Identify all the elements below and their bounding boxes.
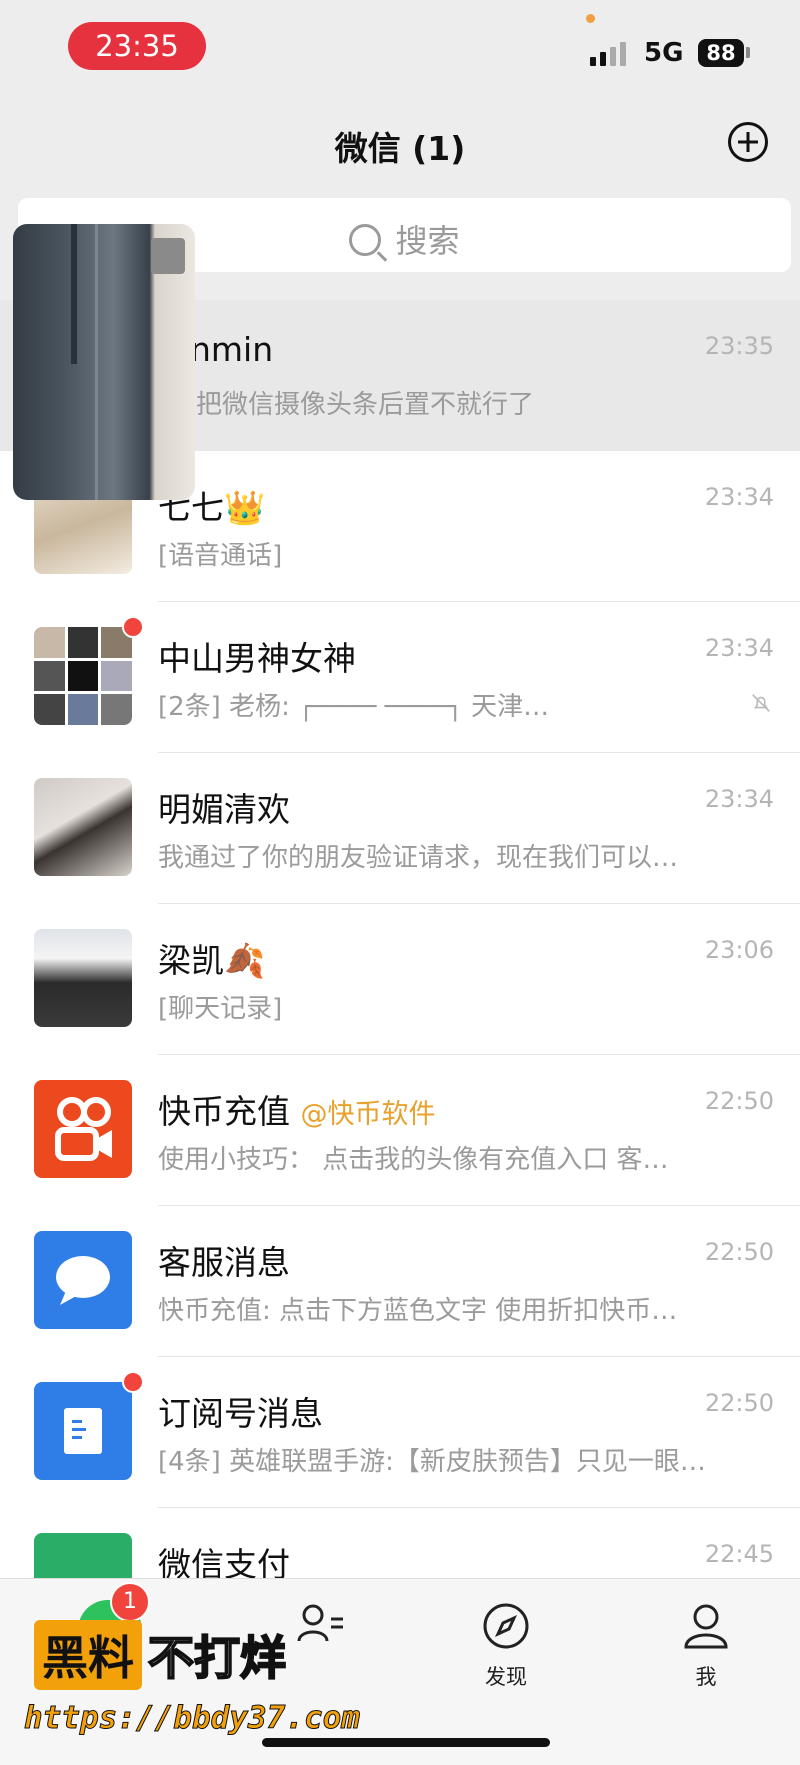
watermark-url: https://bbdy37.com [24, 1700, 361, 1737]
privacy-indicator-dot [586, 14, 595, 23]
video-thumbnail [151, 238, 185, 274]
chat-preview: 我通过了你的朋友验证请求，现在我们可以… [158, 843, 679, 873]
chat-name: 客服消息 [158, 1243, 290, 1282]
signal-icon [590, 42, 634, 66]
chat-preview: 把微信摄像头条后置不就行了 [196, 390, 535, 420]
tab-label: 发现 [485, 1665, 527, 1689]
home-indicator [262, 1738, 550, 1747]
avatar [34, 929, 132, 1027]
watermark-text: 不打烊 [147, 1630, 287, 1686]
unread-badge: 1 [110, 1582, 150, 1622]
tab-label: 我 [695, 1665, 717, 1689]
network-type: 5G [644, 38, 684, 68]
chat-time: 23:34 [704, 483, 774, 511]
mention-tag: @快币软件 [300, 1099, 436, 1130]
chat-time: 23:35 [704, 332, 774, 360]
chat-name: 订阅号消息 [158, 1394, 323, 1433]
status-bar: 23:35 5G 88 [0, 0, 800, 90]
jeans-seam [95, 224, 98, 500]
chat-name: 微信支付 [158, 1545, 290, 1578]
group-avatar [34, 627, 132, 725]
chat-time: 23:06 [704, 936, 774, 964]
floating-video-window[interactable] [13, 224, 195, 500]
chat-row[interactable]: 梁凯🍂 [聊天记录] 23:06 [0, 904, 800, 1055]
chat-row[interactable]: 客服消息 快币充值: 点击下方蓝色文字 使用折扣快币… 22:50 [0, 1206, 800, 1357]
battery-icon [746, 47, 750, 58]
unread-dot [122, 616, 144, 638]
chat-preview: [语音通话] [158, 541, 283, 571]
chat-preview: [聊天记录] [158, 994, 283, 1024]
chat-time: 22:50 [704, 1238, 774, 1266]
chat-row[interactable]: 快币充值 @快币软件 使用小技巧： 点击我的头像有充值入口 客… 22:50 [0, 1055, 800, 1206]
chat-row[interactable]: 微信支付 22:45 [0, 1508, 800, 1578]
compass-icon [483, 1603, 529, 1649]
wechat-pay-icon [34, 1533, 132, 1578]
subscription-icon [34, 1382, 132, 1480]
service-message-icon [34, 1231, 132, 1329]
chat-time: 22:50 [704, 1389, 774, 1417]
kuaibi-logo-icon [34, 1080, 132, 1178]
add-plus-icon[interactable] [728, 122, 768, 162]
chat-preview: 使用小技巧： 点击我的头像有充值入口 客… [158, 1145, 669, 1175]
chat-time: 22:50 [704, 1087, 774, 1115]
chat-name: nmin [190, 330, 274, 369]
chat-name-text: 快币充值 [158, 1092, 290, 1131]
chat-row[interactable]: 订阅号消息 [4条] 英雄联盟手游:【新皮肤预告】只见一眼… 22:50 [0, 1357, 800, 1508]
chat-name: 明媚清欢 [158, 790, 290, 829]
chat-name: 梁凯🍂 [158, 941, 266, 980]
tab-discover[interactable]: 发现 [446, 1601, 566, 1691]
mute-bell-icon [752, 694, 770, 712]
watermark: 黑料 不打烊 [34, 1620, 287, 1690]
person-icon [684, 1604, 728, 1649]
battery-level: 88 [698, 39, 744, 67]
chat-name: 快币充值 @快币软件 [158, 1085, 436, 1133]
search-icon [349, 224, 382, 256]
chat-row[interactable]: 明媚清欢 我通过了你的朋友验证请求，现在我们可以… 23:34 [0, 753, 800, 904]
chat-time: 22:45 [704, 1540, 774, 1568]
contacts-icon [297, 1604, 343, 1642]
chat-preview: 快币充值: 点击下方蓝色文字 使用折扣快币… [158, 1296, 678, 1326]
tab-me[interactable]: 我 [646, 1601, 766, 1691]
unread-dot [122, 1371, 144, 1393]
chat-time: 23:34 [704, 634, 774, 662]
page-title: 微信 (1) [334, 129, 466, 168]
chat-preview: [2条] 老杨: ┌──── ────┐ 天津… [158, 692, 550, 722]
avatar [34, 778, 132, 876]
chat-name: 中山男神女神 [158, 639, 356, 678]
title-bar: 微信 (1) [0, 100, 800, 190]
jeans-seam [71, 224, 77, 364]
search-placeholder: 搜索 [395, 222, 460, 260]
watermark-box: 黑料 [34, 1620, 142, 1690]
chat-preview: [4条] 英雄联盟手游:【新皮肤预告】只见一眼… [158, 1447, 706, 1477]
status-time: 23:35 [68, 22, 206, 70]
chat-time: 23:34 [704, 785, 774, 813]
chat-row[interactable]: 中山男神女神 [2条] 老杨: ┌──── ────┐ 天津… 23:34 [0, 602, 800, 753]
